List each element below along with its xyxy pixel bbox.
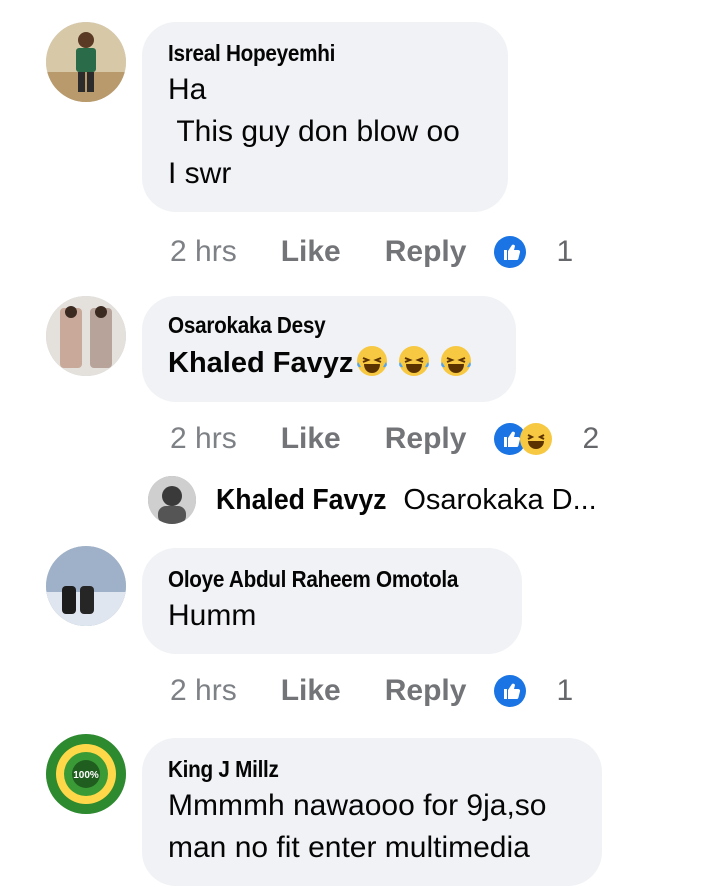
avatar-photo-icon — [46, 546, 126, 626]
laughing-crying-emoji — [399, 346, 430, 376]
haha-icon — [520, 423, 553, 455]
avatar[interactable]: 100% — [46, 734, 126, 814]
laughing-crying-emoji — [357, 346, 388, 376]
comment-author[interactable]: Osarokaka Desy — [168, 312, 458, 339]
reply-avatar — [148, 476, 196, 524]
comment-text: Ha This guy don blow oo I swr — [168, 69, 482, 195]
comment-line: This guy don blow oo — [168, 115, 460, 148]
comment-timestamp[interactable]: 2 hrs — [170, 235, 237, 269]
reaction-count: 1 — [556, 674, 574, 707]
comment-line: man no fit enter multimedia — [168, 831, 530, 864]
comment-author[interactable]: Oloye Abdul Raheem Omotola — [168, 566, 463, 593]
reply-button[interactable]: Reply — [385, 235, 467, 269]
reply-author[interactable]: Khaled Favyz — [216, 484, 387, 517]
like-button[interactable]: Like — [281, 235, 341, 269]
comment-timestamp[interactable]: 2 hrs — [170, 674, 237, 708]
comment-bubble: Oloye Abdul Raheem Omotola Humm — [142, 548, 522, 654]
badge-text: 100% — [73, 770, 99, 781]
reaction-summary[interactable]: 1 — [494, 235, 573, 269]
comment-author[interactable]: King J Millz — [168, 756, 535, 783]
reply-preview[interactable]: Khaled Favyz Osarokaka D... — [148, 472, 597, 528]
avatar[interactable] — [46, 22, 126, 102]
reply-button[interactable]: Reply — [385, 674, 467, 708]
comment-text: Humm — [168, 595, 496, 637]
like-button[interactable]: Like — [281, 674, 341, 708]
comment-text: Khaled Favyz — [168, 343, 490, 383]
comment-actions: 2 hrs Like Reply 1 — [170, 232, 573, 272]
reaction-summary[interactable]: 1 — [494, 674, 573, 708]
comment-bubble: Osarokaka Desy Khaled Favyz — [142, 296, 516, 402]
comment-line: I swr — [168, 157, 232, 190]
comment-line: Mmmmh nawaooo for 9ja,so — [168, 789, 547, 822]
like-icon — [494, 675, 527, 707]
comment-text: Mmmmh nawaooo for 9ja,so man no fit enter… — [168, 785, 576, 869]
avatar[interactable] — [46, 296, 126, 376]
comment-actions: 2 hrs Like Reply 2 — [170, 419, 599, 459]
reaction-count: 2 — [582, 422, 600, 455]
comment-line: Humm — [168, 599, 257, 632]
laughing-crying-emoji — [441, 346, 472, 376]
avatar-photo-icon — [46, 296, 126, 376]
reply-snippet: Osarokaka D... — [403, 483, 597, 516]
badge-100-icon: 100% — [46, 734, 126, 814]
comment-author[interactable]: Isreal Hopeyemhi — [168, 40, 451, 67]
reaction-summary[interactable]: 2 — [494, 422, 599, 456]
comment-line: Ha — [168, 73, 207, 106]
reaction-count: 1 — [556, 235, 574, 268]
avatar[interactable] — [46, 546, 126, 626]
comment-bubble: Isreal Hopeyemhi Ha This guy don blow oo… — [142, 22, 508, 212]
reply-button[interactable]: Reply — [385, 422, 467, 456]
like-button[interactable]: Like — [281, 422, 341, 456]
comment-actions: 2 hrs Like Reply 1 — [170, 671, 573, 711]
like-icon — [494, 236, 527, 268]
avatar-photo-icon — [148, 476, 196, 524]
mention-tag[interactable]: Khaled Favyz — [168, 347, 353, 379]
comment-bubble: King J Millz Mmmmh nawaooo for 9ja,so man… — [142, 738, 602, 886]
avatar-photo-icon — [46, 22, 126, 102]
comment-timestamp[interactable]: 2 hrs — [170, 422, 237, 456]
